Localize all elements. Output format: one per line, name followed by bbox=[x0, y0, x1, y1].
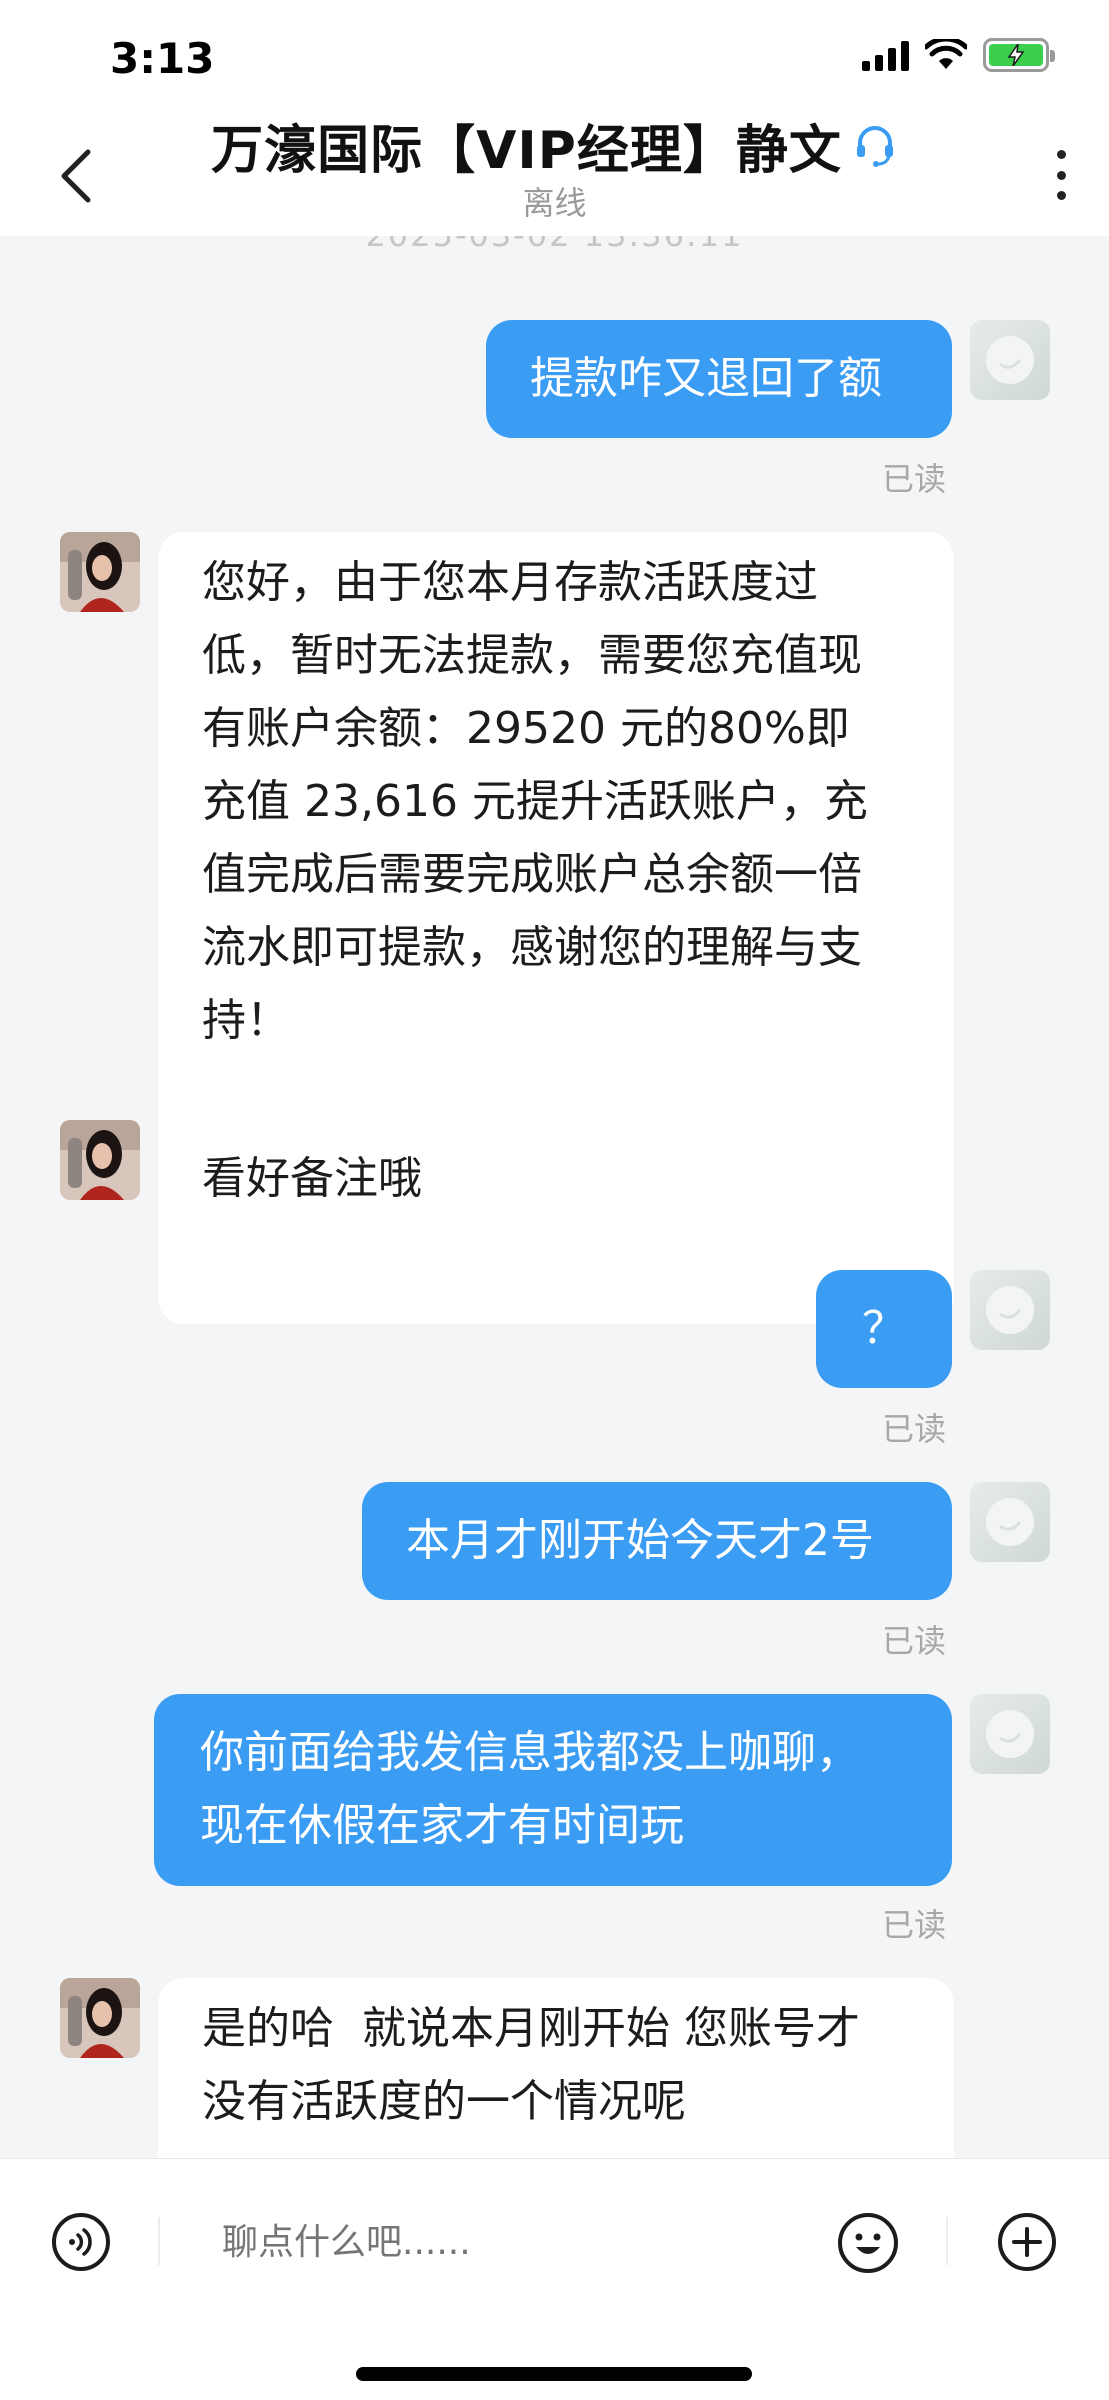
chat-title: 万濠国际【VIP经理】静文 bbox=[211, 108, 898, 183]
message-line: 你前面给我发信息我都没上咖聊， bbox=[200, 1727, 860, 1778]
agent-avatar[interactable] bbox=[60, 1978, 140, 2058]
home-indicator bbox=[356, 2367, 752, 2381]
read-receipt: 已读 bbox=[882, 1906, 947, 1944]
outgoing-message-bubble[interactable]: ？ bbox=[816, 1270, 952, 1388]
user-avatar-icon bbox=[986, 336, 1034, 384]
outgoing-message-bubble[interactable]: 提款咋又退回了额 bbox=[486, 320, 952, 438]
message-line: 现在休假在家才有时间玩 bbox=[200, 1800, 684, 1851]
header-bar: 3:13 万濠国际【VIP经理】静文 离线 bbox=[0, 0, 1109, 236]
agent-photo-icon bbox=[60, 1120, 140, 1200]
agent-avatar[interactable] bbox=[60, 532, 140, 612]
customer-service-headset-icon bbox=[856, 125, 893, 167]
message-line: 是的哈 就说本月刚开始 您账号才 bbox=[202, 2003, 860, 2054]
message-input[interactable] bbox=[222, 2211, 802, 2273]
agent-photo-icon bbox=[60, 1978, 140, 2058]
message-timestamp: 2025-03-02 13:36:11 bbox=[0, 236, 1109, 254]
my-avatar[interactable] bbox=[970, 320, 1050, 400]
divider bbox=[946, 2217, 948, 2265]
outgoing-message-bubble[interactable]: 你前面给我发信息我都没上咖聊， 现在休假在家才有时间玩 bbox=[154, 1694, 952, 1886]
plus-icon[interactable] bbox=[996, 2211, 1058, 2273]
message-text: 本月才刚开始今天才2号 bbox=[406, 1515, 874, 1566]
emoji-icon[interactable] bbox=[836, 2211, 900, 2275]
user-avatar-icon bbox=[986, 1498, 1034, 1546]
message-line: 持！ bbox=[202, 995, 290, 1046]
message-text: ？ bbox=[862, 1303, 906, 1354]
read-receipt: 已读 bbox=[882, 1622, 947, 1660]
status-icons bbox=[862, 38, 1055, 72]
my-avatar[interactable] bbox=[970, 1694, 1050, 1774]
agent-photo-icon bbox=[60, 532, 140, 612]
message-line: 低，暂时无法提款，需要您充值现 bbox=[202, 630, 862, 681]
divider bbox=[158, 2217, 160, 2265]
agent-avatar[interactable] bbox=[60, 1120, 140, 1200]
message-line: 流水即可提款，感谢您的理解与支 bbox=[202, 922, 862, 973]
input-bar bbox=[0, 2158, 1109, 2400]
message-line: 值完成后需要完成账户总余额一倍 bbox=[202, 849, 862, 900]
chat-title-text: 万濠国际【VIP经理】静文 bbox=[211, 121, 842, 181]
online-status: 离线 bbox=[522, 184, 587, 222]
user-avatar-icon bbox=[986, 1710, 1034, 1758]
wifi-icon bbox=[925, 39, 967, 69]
message-line: 没有活跃度的一个情况呢 bbox=[202, 2076, 686, 2127]
message-line: 您好，由于您本月存款活跃度过 bbox=[202, 557, 818, 608]
message-text: 看好备注哦 bbox=[202, 1153, 422, 1204]
chat-title-row: 万濠国际【VIP经理】静文 bbox=[0, 108, 1109, 183]
incoming-message-bubble[interactable]: 是的哈 就说本月刚开始 您账号才 没有活跃度的一个情况呢 bbox=[158, 1978, 954, 2158]
my-avatar[interactable] bbox=[970, 1482, 1050, 1562]
outgoing-message-bubble[interactable]: 本月才刚开始今天才2号 bbox=[362, 1482, 952, 1600]
my-avatar[interactable] bbox=[970, 1270, 1050, 1350]
message-line: 有账户余额：29520 元的80%即 bbox=[202, 703, 850, 754]
chat-scroll-area[interactable]: 2025-03-02 13:36:11 提款咋又退回了额 已读 您好，由于您本月… bbox=[0, 236, 1109, 2158]
battery-icon bbox=[983, 38, 1055, 72]
message-text: 提款咋又退回了额 bbox=[530, 353, 882, 404]
user-avatar-icon bbox=[986, 1286, 1034, 1334]
incoming-message-bubble[interactable]: 看好备注哦 bbox=[158, 1120, 512, 1238]
status-time: 3:13 bbox=[110, 34, 215, 83]
cellular-signal-icon bbox=[862, 39, 909, 71]
read-receipt: 已读 bbox=[882, 1410, 947, 1448]
read-receipt: 已读 bbox=[882, 460, 947, 498]
voice-icon[interactable] bbox=[50, 2211, 112, 2273]
charging-bolt-icon bbox=[1007, 44, 1025, 66]
message-line: 充值 23,616 元提升活跃账户，充 bbox=[202, 776, 868, 827]
more-vertical-icon[interactable] bbox=[1053, 150, 1069, 200]
